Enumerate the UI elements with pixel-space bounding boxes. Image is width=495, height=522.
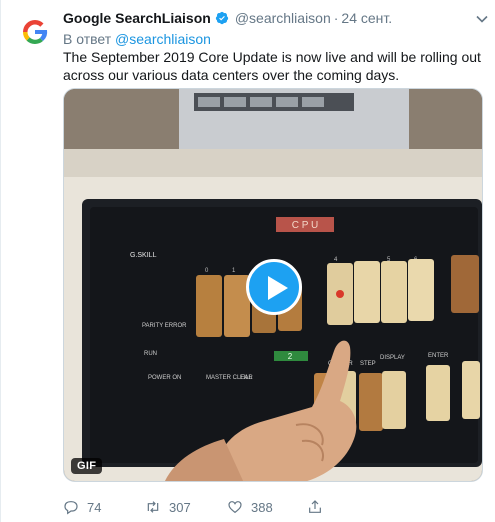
brand-logo-text: G.SKILL: [130, 252, 157, 259]
reply-count: 74: [87, 499, 102, 515]
share-icon: [309, 500, 321, 513]
verified-badge-icon: [215, 11, 228, 25]
reply-button[interactable]: 74: [63, 498, 101, 516]
heart-icon: [228, 501, 242, 514]
power-label: POWER ON: [148, 375, 181, 381]
reply-icon: [64, 501, 78, 515]
green-indicator-label: 2: [288, 352, 293, 361]
tweet-card[interactable]: Google SearchLiaison @searchliaison · 24 се…: [0, 0, 495, 522]
play-button[interactable]: [246, 259, 302, 315]
run-label: RUN: [144, 351, 157, 357]
separator-dot: ·: [333, 10, 339, 26]
tweet-header: Google SearchLiaison @searchliaison · 24 се…: [63, 10, 485, 30]
reply-context: В ответ @searchliaison: [63, 31, 211, 47]
retweet-icon: [147, 501, 159, 513]
tweet-text: The September 2019 Core Update is now li…: [63, 49, 481, 83]
step-label: STEP: [360, 361, 376, 367]
tweet-media-gif[interactable]: C P U G.SKILL 0 1 4 5 6 PARITY ERROR RUN: [63, 88, 483, 482]
cpu-label: C P U: [292, 220, 319, 231]
retweet-button[interactable]: 307: [145, 498, 191, 516]
google-g-logo-icon[interactable]: [15, 12, 55, 52]
tweet-timestamp[interactable]: 24 сент.: [341, 10, 392, 26]
reply-to-link[interactable]: @searchliaison: [115, 31, 211, 47]
display-label: DISPLAY: [380, 355, 405, 361]
author-name[interactable]: Google SearchLiaison: [63, 10, 211, 26]
author-handle[interactable]: @searchliaison: [235, 10, 331, 26]
fill-label: FILL: [240, 375, 253, 381]
enter-label: ENTER: [428, 353, 449, 359]
play-icon: [268, 276, 288, 300]
reply-prefix: В ответ: [63, 31, 112, 47]
gif-badge: GIF: [71, 458, 103, 474]
chevron-down-icon[interactable]: [475, 12, 489, 26]
share-button[interactable]: [307, 498, 331, 516]
retweet-count: 307: [169, 499, 191, 515]
parity-label: PARITY ERROR: [142, 323, 187, 329]
like-count: 388: [251, 499, 273, 515]
like-button[interactable]: 388: [227, 498, 273, 516]
